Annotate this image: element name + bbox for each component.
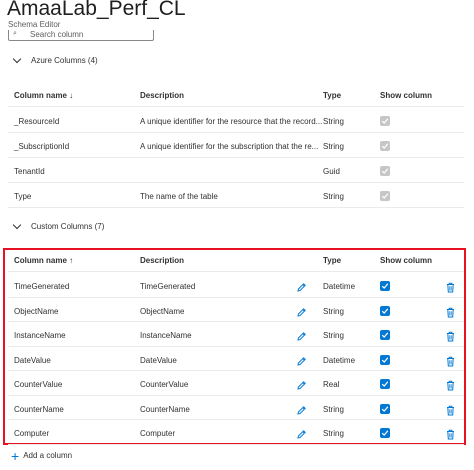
page-title: AmaaLab_Perf_CL — [7, 0, 186, 20]
divider — [8, 157, 464, 158]
edit-icon[interactable] — [296, 403, 307, 421]
column-type: String — [323, 429, 344, 438]
custom-header-type: Type — [323, 256, 342, 265]
column-type: String — [323, 192, 344, 201]
search-box[interactable]: ⌕ Search column — [8, 30, 154, 41]
add-column-button[interactable]: + Add a column — [11, 447, 73, 464]
custom-columns-label: Custom Columns (7) — [31, 222, 105, 231]
column-type: Real — [323, 380, 340, 389]
plus-icon: + — [11, 447, 20, 464]
column-type: Datetime — [323, 355, 356, 365]
column-name: _ResourceId — [14, 117, 60, 126]
column-name: TimeGenerated — [14, 282, 70, 291]
show-column-checkbox[interactable] — [380, 403, 390, 414]
column-type: String — [323, 142, 344, 151]
page-subtitle: Schema Editor — [8, 20, 61, 29]
column-name: ObjectName — [14, 306, 59, 316]
column-name: Computer — [14, 429, 50, 438]
show-column-checkbox — [380, 116, 390, 126]
edit-icon[interactable] — [296, 305, 307, 323]
divider — [8, 207, 464, 208]
divider — [8, 106, 464, 107]
edit-icon[interactable] — [296, 354, 307, 372]
column-type: String — [323, 331, 344, 340]
azure-header-show: Show column — [380, 91, 432, 100]
column-type: String — [323, 306, 344, 316]
show-column-checkbox[interactable] — [380, 330, 390, 340]
search-icon: ⌕ — [13, 30, 17, 37]
column-name: DateValue — [14, 355, 51, 365]
divider — [8, 370, 464, 371]
column-description: CounterValue — [140, 380, 189, 389]
add-column-label: Add a column — [23, 451, 73, 460]
column-name: InstanceName — [14, 331, 66, 340]
delete-icon[interactable] — [446, 427, 455, 445]
show-column-checkbox — [380, 191, 390, 201]
edit-icon[interactable] — [296, 280, 307, 298]
edit-icon[interactable] — [296, 427, 307, 445]
column-description: A unique identifier for the subscription… — [140, 142, 319, 151]
delete-icon[interactable] — [446, 354, 455, 372]
delete-icon[interactable] — [446, 403, 455, 421]
show-column-checkbox[interactable] — [380, 354, 390, 365]
column-type: String — [323, 404, 344, 414]
edit-icon[interactable] — [296, 329, 307, 347]
column-name: CounterName — [14, 404, 64, 414]
column-description: InstanceName — [140, 331, 192, 340]
azure-columns-label: Azure Columns (4) — [31, 56, 98, 65]
show-column-checkbox — [380, 141, 390, 151]
chevron-down-icon — [12, 54, 22, 64]
column-description: The name of the table — [140, 192, 218, 201]
column-name: CounterValue — [14, 380, 63, 389]
azure-header-name[interactable]: Column name ↓ — [14, 91, 73, 100]
azure-header-description: Description — [140, 91, 185, 100]
custom-header-description: Description — [140, 256, 185, 265]
show-column-checkbox[interactable] — [380, 379, 390, 389]
custom-header-show: Show column — [380, 256, 432, 265]
highlight-box — [3, 248, 466, 445]
custom-columns-toggle[interactable]: Custom Columns (7) — [12, 220, 105, 231]
column-type: String — [323, 117, 344, 126]
delete-icon[interactable] — [446, 305, 455, 323]
show-column-checkbox[interactable] — [380, 305, 390, 316]
column-description: ObjectName — [140, 306, 185, 316]
column-type: Guid — [323, 167, 340, 176]
divider — [8, 182, 464, 183]
edit-icon[interactable] — [296, 378, 307, 396]
divider — [8, 132, 464, 133]
column-description: DateValue — [140, 355, 177, 365]
column-name: _SubscriptionId — [14, 142, 70, 151]
divider — [8, 394, 464, 396]
divider — [8, 419, 464, 420]
column-description: A unique identifier for the resource tha… — [140, 117, 323, 126]
divider — [8, 443, 464, 445]
divider — [8, 296, 464, 298]
divider — [8, 271, 464, 272]
column-description: CounterName — [140, 404, 190, 414]
column-description: TimeGenerated — [140, 282, 196, 291]
delete-icon[interactable] — [446, 378, 455, 396]
column-name: TenantId — [14, 167, 45, 176]
search-input[interactable]: Search column — [30, 30, 83, 39]
show-column-checkbox — [380, 166, 390, 176]
column-type: Datetime — [323, 282, 356, 291]
azure-columns-toggle[interactable]: Azure Columns (4) — [12, 54, 98, 65]
delete-icon[interactable] — [446, 280, 455, 298]
show-column-checkbox[interactable] — [380, 281, 390, 291]
delete-icon[interactable] — [446, 329, 455, 347]
divider — [8, 321, 464, 322]
column-description: Computer — [140, 429, 176, 438]
show-column-checkbox[interactable] — [380, 428, 390, 438]
chevron-down-icon — [12, 220, 22, 230]
azure-header-type: Type — [323, 91, 342, 100]
column-name: Type — [14, 192, 32, 201]
custom-header-name[interactable]: Column name ↑ — [14, 256, 73, 265]
divider — [8, 345, 464, 347]
